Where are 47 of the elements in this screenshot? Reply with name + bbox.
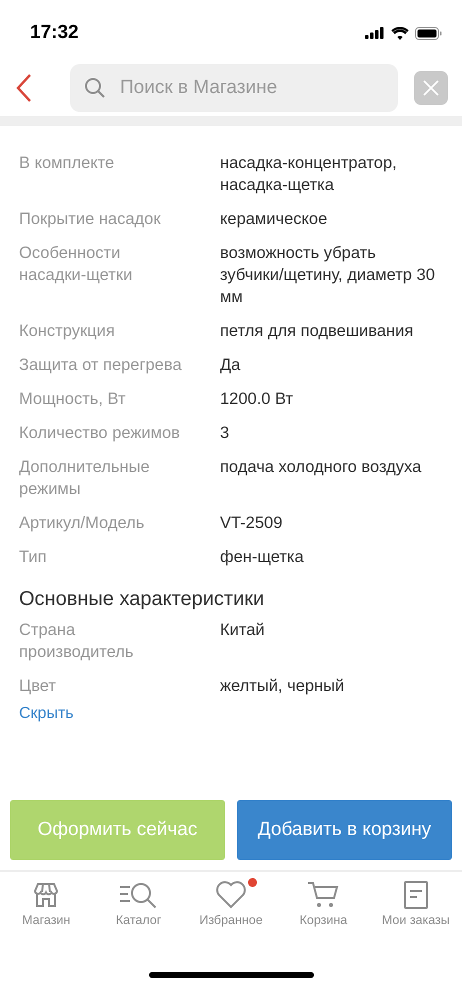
spec-label: Количество режимов [19, 423, 181, 444]
spec-label: Особенности насадки-щетки [19, 243, 134, 286]
signal-icon [365, 27, 385, 39]
store-icon[interactable] [33, 882, 60, 908]
add-to-cart-button[interactable]: Добавить в корзину [237, 800, 452, 860]
search-field[interactable]: Поиск в Магазине [70, 64, 398, 112]
spec-value: Да [220, 355, 242, 376]
nav-label[interactable]: Избранное [199, 913, 263, 927]
spec-value: Китай [220, 620, 266, 641]
spec-value: керамическое [220, 209, 328, 230]
spec-value: возможность убрать зубчики/щетину, диаметр 30 мм [220, 243, 436, 308]
spec-value: 3 [220, 423, 230, 444]
back-icon[interactable] [16, 73, 32, 103]
spec-value: VT-2509 [220, 513, 284, 534]
catalog-search-icon[interactable] [118, 881, 159, 909]
battery-icon [415, 26, 442, 40]
nav-label[interactable]: Каталог [116, 913, 162, 927]
document-icon[interactable] [402, 881, 429, 909]
spec-label: Конструкция [19, 321, 116, 342]
spec-value: подача холодного воздуха [220, 457, 422, 478]
heart-icon[interactable] [215, 881, 248, 909]
spec-label: В комплекте [19, 153, 116, 174]
spec-value: 1200.0 Вт [220, 389, 294, 410]
spec-label: Дополнительные режимы [19, 457, 151, 500]
spec-label: Страна производитель [19, 620, 135, 663]
close-button[interactable] [414, 71, 448, 105]
hide-link[interactable]: Скрыть [19, 703, 74, 725]
spec-value: петля для подвешивания [220, 321, 414, 342]
nav-label[interactable]: Магазин [22, 913, 70, 927]
wifi-icon [391, 26, 409, 40]
nav-label[interactable]: Корзина [300, 913, 348, 927]
close-icon [423, 80, 439, 96]
buy-now-button[interactable]: Оформить сейчас [10, 800, 225, 860]
spec-value: фен-щетка [220, 547, 305, 568]
spec-label: Артикул/Модель [19, 513, 146, 534]
cart-icon[interactable] [307, 881, 340, 909]
spec-value: желтый, черный [220, 676, 346, 697]
spec-label: Мощность, Вт [19, 389, 127, 410]
nav-label[interactable]: Мои заказы [382, 913, 450, 927]
spec-value: насадка-концентратор, насадка-щетка [220, 153, 398, 196]
spec-label: Цвет [19, 676, 57, 697]
spec-label: Покрытие насадок [19, 209, 162, 230]
spec-label: Тип [19, 547, 48, 568]
status-time: 17:32 [30, 22, 79, 44]
section-title: Основные характеристики [19, 587, 266, 612]
search-icon [84, 77, 106, 99]
spec-label: Защита от перегрева [19, 355, 183, 376]
